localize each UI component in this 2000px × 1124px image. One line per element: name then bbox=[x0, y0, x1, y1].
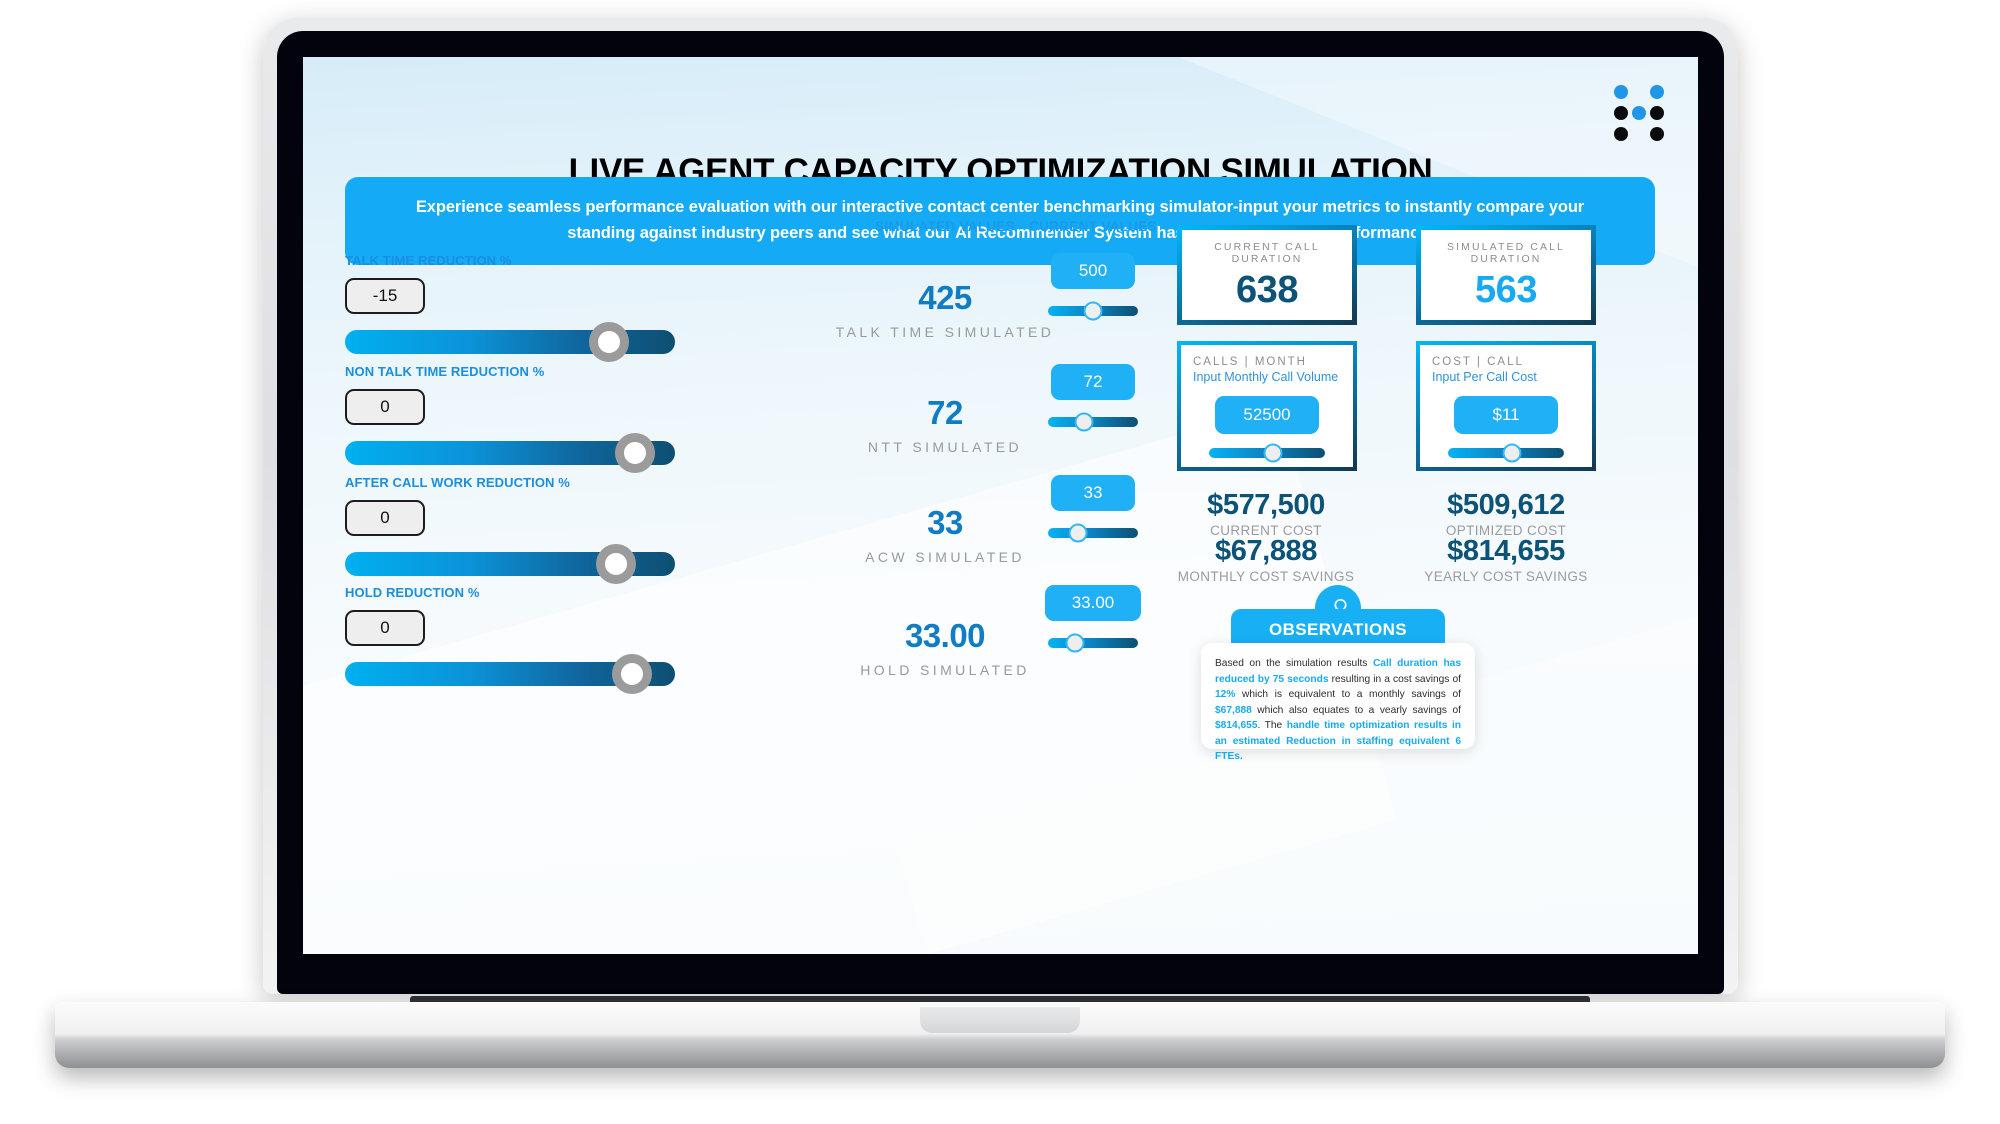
current-slider-track[interactable] bbox=[1048, 523, 1138, 543]
monthly-cost-savings-cell: $67,888 MONTHLY COST SAVINGS bbox=[1171, 535, 1361, 586]
cost-label: MONTHLY COST SAVINGS bbox=[1177, 569, 1355, 584]
slider-group-talk-time: TALK TIME REDUCTION % -15 bbox=[345, 253, 690, 362]
slider-handle[interactable] bbox=[612, 654, 653, 694]
simulation-app: LIVE AGENT CAPACITY OPTIMIZATION SIMULAT… bbox=[303, 57, 1698, 954]
slider-label: NON TALK TIME REDUCTION % bbox=[345, 364, 545, 379]
slider-label: TALK TIME REDUCTION % bbox=[345, 253, 512, 268]
current-cell-talk-time: 500 bbox=[1033, 253, 1153, 321]
simulated-label: HOLD SIMULATED bbox=[860, 662, 1030, 678]
simulated-call-duration-card: SIMULATED CALL DURATION 563 bbox=[1416, 225, 1596, 325]
slider-label: HOLD REDUCTION % bbox=[345, 585, 480, 600]
slider-track[interactable] bbox=[345, 544, 675, 584]
current-cost-cell: $577,500 CURRENT COST bbox=[1171, 489, 1361, 540]
current-slider-handle[interactable] bbox=[1065, 633, 1085, 653]
observations-text: Based on the simulation results Call dur… bbox=[1215, 658, 1461, 762]
calls-per-month-card: CALLS | MONTH Input Monthly Call Volume … bbox=[1177, 341, 1357, 471]
current-cell-ntt: 72 bbox=[1033, 364, 1153, 432]
current-slider-handle[interactable] bbox=[1083, 301, 1103, 321]
logo-dot-center bbox=[1632, 106, 1646, 120]
current-slider-track[interactable] bbox=[1048, 633, 1138, 653]
laptop-trackpad-notch bbox=[920, 1007, 1080, 1033]
cost-value: $509,612 bbox=[1447, 489, 1565, 521]
current-cell-hold: 33.00 bbox=[1033, 585, 1153, 653]
slider-track[interactable] bbox=[345, 654, 675, 694]
logo-dot-6 bbox=[1650, 127, 1664, 141]
card-subtitle: Input Per Call Cost bbox=[1432, 370, 1537, 384]
logo-dot-1 bbox=[1614, 85, 1628, 99]
current-cell-acw: 33 bbox=[1033, 475, 1153, 543]
slider-track[interactable] bbox=[345, 322, 675, 362]
simulated-label: NTT SIMULATED bbox=[867, 439, 1023, 455]
yearly-cost-savings-cell: $814,655 YEARLY COST SAVINGS bbox=[1411, 535, 1601, 586]
monthly-call-volume-slider[interactable] bbox=[1209, 443, 1325, 463]
monthly-call-volume-input[interactable]: 52500 bbox=[1215, 396, 1319, 434]
card-title: CURRENT CALL DURATION bbox=[1214, 241, 1320, 265]
observations-panel: Based on the simulation results Call dur… bbox=[1201, 643, 1475, 762]
cost-per-call-card: COST | CALL Input Per Call Cost $11 bbox=[1416, 341, 1596, 471]
slider-group-after-call-work: AFTER CALL WORK REDUCTION % 0 bbox=[345, 475, 690, 584]
logo-dot-4 bbox=[1650, 106, 1664, 120]
logo-dot-5 bbox=[1614, 127, 1628, 141]
cost-value: $577,500 bbox=[1207, 489, 1325, 521]
slider-value-input[interactable]: 0 bbox=[345, 500, 425, 536]
card-value: 563 bbox=[1475, 269, 1537, 311]
slider-value-input[interactable]: -15 bbox=[345, 278, 425, 314]
per-call-cost-slider[interactable] bbox=[1448, 443, 1564, 463]
slider-track[interactable] bbox=[345, 433, 675, 473]
slider-handle[interactable] bbox=[595, 544, 636, 584]
slider-value-input[interactable]: 0 bbox=[345, 610, 425, 646]
slider-group-non-talk-time: NON TALK TIME REDUCTION % 0 bbox=[345, 364, 690, 473]
card-subtitle: Input Monthly Call Volume bbox=[1193, 370, 1339, 384]
slider-group-hold: HOLD REDUCTION % 0 bbox=[345, 585, 690, 694]
current-slider-handle[interactable] bbox=[1074, 412, 1094, 432]
dot-grid-logo bbox=[1610, 85, 1670, 141]
per-call-cost-input[interactable]: $11 bbox=[1454, 396, 1558, 434]
current-slider-track[interactable] bbox=[1048, 301, 1138, 321]
card-title: COST | CALL bbox=[1432, 356, 1524, 368]
slider-value-input[interactable]: 0 bbox=[345, 389, 425, 425]
current-value-pill[interactable]: 33.00 bbox=[1045, 585, 1141, 621]
current-slider-handle[interactable] bbox=[1068, 523, 1088, 543]
current-value-pill[interactable]: 33 bbox=[1051, 475, 1135, 511]
slider-handle[interactable] bbox=[589, 322, 629, 362]
optimized-cost-cell: $509,612 OPTIMIZED COST bbox=[1411, 489, 1601, 540]
current-value-pill[interactable]: 500 bbox=[1051, 253, 1135, 289]
cost-value: $67,888 bbox=[1214, 535, 1318, 567]
card-title: SIMULATED CALL DURATION bbox=[1447, 241, 1565, 265]
simulated-label: ACW SIMULATED bbox=[865, 549, 1025, 565]
current-value-pill[interactable]: 72 bbox=[1051, 364, 1135, 400]
card-value: 638 bbox=[1236, 269, 1298, 311]
logo-dot-2 bbox=[1650, 85, 1664, 99]
current-slider-track[interactable] bbox=[1048, 412, 1138, 432]
slider-handle[interactable] bbox=[615, 433, 656, 473]
current-call-duration-card: CURRENT CALL DURATION 638 bbox=[1177, 225, 1357, 325]
slider-label: AFTER CALL WORK REDUCTION % bbox=[345, 475, 570, 490]
laptop-mockup: LIVE AGENT CAPACITY OPTIMIZATION SIMULAT… bbox=[0, 0, 2000, 1124]
current-values-header: CURRENT VALUES bbox=[1029, 219, 1157, 234]
cost-value: $814,655 bbox=[1447, 535, 1565, 567]
laptop-screen: LIVE AGENT CAPACITY OPTIMIZATION SIMULAT… bbox=[303, 57, 1698, 954]
logo-dot-3 bbox=[1614, 106, 1628, 120]
slider-handle[interactable] bbox=[1263, 443, 1283, 463]
simulated-label: TALK TIME SIMULATED bbox=[835, 324, 1055, 340]
card-title: CALLS | MONTH bbox=[1193, 356, 1307, 368]
cost-label: YEARLY COST SAVINGS bbox=[1424, 569, 1588, 584]
slider-handle[interactable] bbox=[1502, 443, 1522, 463]
